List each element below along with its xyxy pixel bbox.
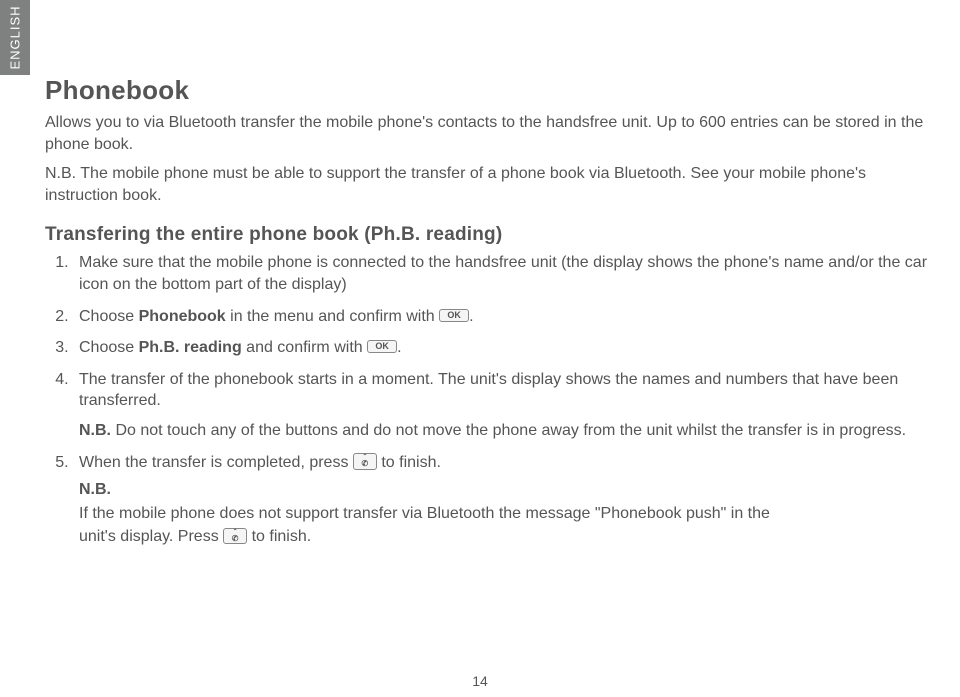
phone-icon-bot: ✆ (226, 535, 244, 542)
step-3: Choose Ph.B. reading and confirm with OK… (73, 337, 940, 369)
step-3-pre: Choose (79, 339, 139, 356)
step-2-mid: in the menu and confirm with (226, 308, 439, 325)
step-1-text: Make sure that the mobile phone is conne… (79, 254, 927, 293)
nb-support-paragraph: N.B. The mobile phone must be able to su… (45, 163, 940, 206)
step-3-bold: Ph.B. reading (139, 339, 242, 356)
footer-line-2: unit's display. Press ⌃✆ to finish. (79, 526, 940, 548)
ok-button-label: OK (447, 310, 461, 320)
step-3-mid: and confirm with (242, 339, 367, 356)
phone-button-icon: ⌃✆ (353, 453, 377, 470)
page-body: Phonebook Allows you to via Bluetooth tr… (45, 75, 940, 554)
step-4-nb-text: Do not touch any of the buttons and do n… (111, 422, 906, 439)
step-1: Make sure that the mobile phone is conne… (73, 252, 940, 305)
ok-button-icon: OK (439, 309, 469, 322)
step-4-nb-label: N.B. (79, 422, 111, 439)
step-2: Choose Phonebook in the menu and confirm… (73, 306, 940, 338)
footer-nb-block: N.B. If the mobile phone does not suppor… (79, 479, 940, 548)
step-4: The transfer of the phonebook starts in … (73, 369, 940, 452)
step-5-pre: When the transfer is completed, press (79, 454, 353, 471)
step-3-end: . (397, 339, 401, 356)
step-2-bold: Phonebook (139, 308, 226, 325)
section-heading: Transfering the entire phone book (Ph.B.… (45, 224, 940, 246)
heading-phonebook: Phonebook (45, 75, 940, 106)
footer-line-2a: unit's display. Press (79, 528, 223, 545)
footer-line-2b: to finish. (252, 528, 312, 545)
phone-button-icon: ⌃✆ (223, 528, 247, 545)
phone-icon-bot: ✆ (356, 460, 374, 467)
ok-button-label: OK (375, 341, 389, 351)
step-5-post: to finish. (381, 454, 441, 471)
step-2-end: . (469, 308, 473, 325)
step-2-pre: Choose (79, 308, 139, 325)
language-tab: ENGLISH (0, 0, 30, 75)
footer-line-1: If the mobile phone does not support tra… (79, 503, 940, 525)
language-tab-label: ENGLISH (8, 5, 23, 69)
ok-button-icon: OK (367, 340, 397, 353)
page-number: 14 (0, 673, 960, 689)
footer-nb-label: N.B. (79, 479, 940, 501)
intro-paragraph: Allows you to via Bluetooth transfer the… (45, 112, 940, 155)
step-4-text: The transfer of the phonebook starts in … (79, 371, 898, 410)
instruction-list: Make sure that the mobile phone is conne… (45, 252, 940, 483)
